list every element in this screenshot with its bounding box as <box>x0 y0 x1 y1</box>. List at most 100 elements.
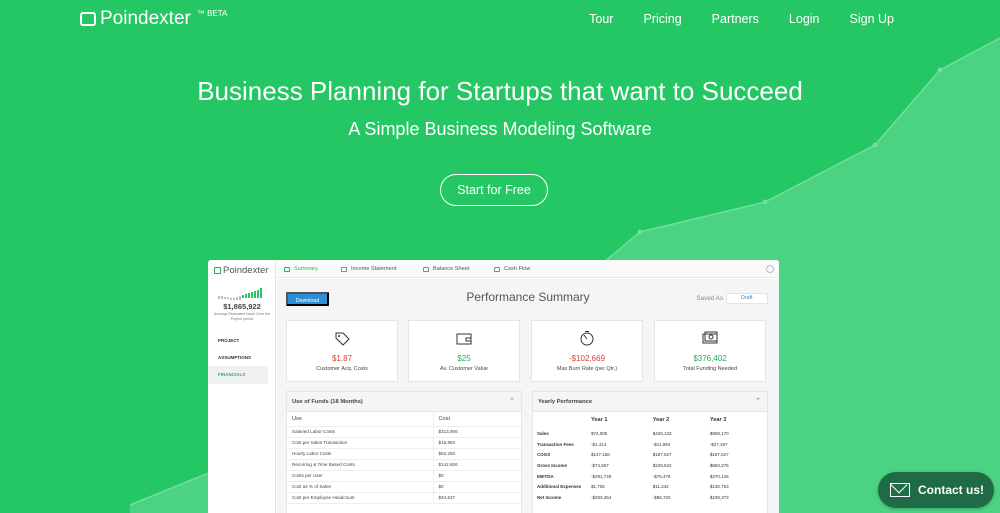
table-cell: Salaried Labor Costs <box>287 426 433 438</box>
tab-cash-flow[interactable]: Cash Flow <box>494 260 530 278</box>
table-row: EBITDA -$291,749 -$75,478 $370,126 <box>533 471 767 482</box>
use-of-funds-panel: Use of Funds (18 Months) ⌃ Use Cost Sala… <box>286 391 522 513</box>
poindexter-glasses-icon <box>80 12 96 26</box>
table-row: COGS $147,158 $187,627 $187,627 <box>533 449 767 460</box>
table-cell: Transaction Fees <box>537 441 574 447</box>
table-cell: $15,883 <box>432 437 521 449</box>
table-cell: Sales <box>537 430 549 436</box>
draft-select[interactable]: Draft <box>726 293 768 304</box>
app-tab-bar: Summary Income Statement Balance Sheet C… <box>276 260 779 278</box>
contact-us-button[interactable]: Contact us! <box>878 472 994 508</box>
yearly-performance-table: Year 1 Year 2 Year 3 Sales $74,005 $429,13… <box>533 412 767 503</box>
metric-label: Customer Acq. Costs <box>316 366 368 372</box>
table-cell: $62,250 <box>432 448 521 460</box>
gear-icon[interactable] <box>766 265 774 273</box>
table-cell: $34,637 <box>432 492 521 504</box>
sidebar-item-assumptions[interactable]: ASSUMPTIONS <box>208 349 268 367</box>
metric-value: -$102,669 <box>568 354 606 363</box>
start-for-free-button[interactable]: Start for Free <box>440 174 548 206</box>
metric-label: Total Funding Needed <box>683 366 737 372</box>
table-cell: Recurring & Time Based Costs <box>287 459 433 471</box>
table-cell: $370,126 <box>709 473 729 479</box>
table-cell: Gross Income <box>537 462 568 468</box>
tab-balance-sheet-label: Balance Sheet <box>433 266 470 272</box>
nav-sign-up[interactable]: Sign Up <box>850 12 894 26</box>
table-cell: $130,753 <box>709 484 729 490</box>
sidebar-item-financials[interactable]: FINANCIALS <box>208 366 268 384</box>
table-cell: $908,170 <box>709 430 729 436</box>
table-row: Hourly Labor Costs $62,250 <box>287 448 521 460</box>
table-cell: Additional Expenses <box>537 484 582 490</box>
table-row: Cost per Employee Headcount $34,637 <box>287 492 521 504</box>
table-cell: $142,606 <box>432 459 521 471</box>
clock-icon <box>423 266 429 272</box>
table-cell: EBITDA <box>537 473 554 479</box>
table-cell: -$75,478 <box>652 473 671 479</box>
table-row: Additional Expenses $1,706 $11,242 $130,753 <box>533 481 767 492</box>
nav-partners[interactable]: Partners <box>712 12 759 26</box>
column-header: Year 3 <box>709 417 727 423</box>
hero-subtitle: A Simple Business Modeling Software <box>348 119 652 139</box>
yearly-performance-panel: Yearly Performance ⌃ Year 1 Year 2 Year … <box>532 391 768 513</box>
yearly-performance-title: Yearly Performance <box>538 399 593 405</box>
tab-income-statement-label: Income Statement <box>351 266 397 272</box>
table-row: Costs per User $0 <box>287 470 521 482</box>
envelope-icon <box>890 483 910 497</box>
table-cell: $11,242 <box>652 484 669 490</box>
wallet-icon <box>456 333 472 345</box>
table-cell: $1,706 <box>591 484 605 490</box>
estimated-value-caption: Average Estimated Value Over the Project… <box>213 312 271 321</box>
table-cell: $74,005 <box>591 430 608 436</box>
metric-value: $25 <box>457 354 471 363</box>
metric-card-funding: $376,402 Total Funding Needed <box>654 320 766 382</box>
nav-login[interactable]: Login <box>789 12 820 26</box>
table-cell: Hourly Labor Costs <box>287 448 433 460</box>
table-cell: -$27,267 <box>709 441 728 447</box>
use-of-funds-header[interactable]: Use of Funds (18 Months) ⌃ <box>287 392 521 412</box>
tab-income-statement[interactable]: Income Statement <box>341 260 396 278</box>
metric-value: $1.87 <box>331 354 353 363</box>
chevron-up-icon[interactable]: ⌃ <box>755 392 761 412</box>
table-cell: $429,133 <box>652 430 672 436</box>
table-cell: $693,276 <box>709 462 729 468</box>
table-cell: -$74,567 <box>591 462 609 468</box>
table-cell: -$293,454 <box>591 494 612 500</box>
nav-tour[interactable]: Tour <box>589 12 613 26</box>
contact-us-label: Contact us! <box>918 483 984 497</box>
table-cell: Cost per Sales Transaction <box>287 437 433 449</box>
use-of-funds-table: Use Cost Salaried Labor Costs $313,906 Co… <box>287 412 521 504</box>
tab-balance-sheet[interactable]: Balance Sheet <box>423 260 469 278</box>
app-logo: Poindexter <box>214 265 268 276</box>
download-button[interactable]: Download <box>286 292 329 306</box>
use-of-funds-title: Use of Funds (18 Months) <box>292 399 363 405</box>
table-cell: $187,627 <box>709 452 729 458</box>
column-header: Year 2 <box>652 417 670 423</box>
tab-summary-label: Summary <box>294 266 318 272</box>
value-sparkline <box>218 288 262 300</box>
table-cell: Cost per Employee Headcount <box>287 492 433 504</box>
metric-card-customer-value: $25 Av. Customer Value <box>408 320 520 382</box>
metric-label: Max Burn Rate (per Qtr.) <box>556 366 618 372</box>
sidebar-item-project[interactable]: PROJECT <box>208 332 268 350</box>
column-header: Cost <box>432 412 521 427</box>
brand-logo[interactable]: Poindexter ™ BETA <box>80 8 227 30</box>
table-cell: Cost as % of Sales <box>287 481 433 493</box>
table-cell: $239,373 <box>709 494 729 500</box>
tab-summary[interactable]: Summary <box>284 260 318 278</box>
metric-label: Av. Customer Value <box>440 366 488 372</box>
table-cell: $147,158 <box>591 452 610 458</box>
app-preview-window: Poindexter $1,865,922 Average Estimated … <box>208 260 779 513</box>
tab-cash-flow-label: Cash Flow <box>504 266 531 272</box>
table-cell: Net Income <box>537 494 562 500</box>
table-cell: -$1,414 <box>591 441 607 447</box>
table-cell: -$291,749 <box>591 473 612 479</box>
metric-card-burn-rate: -$102,669 Max Burn Rate (per Qtr.) <box>531 320 643 382</box>
nav-pricing[interactable]: Pricing <box>643 12 681 26</box>
app-main-panel: Performance Summary Download Saved As Dr… <box>277 279 779 513</box>
table-row: Net Income -$293,454 -$86,720 $239,373 <box>533 492 767 503</box>
tag-icon <box>335 332 350 346</box>
brand-name: Poindexter <box>100 8 191 29</box>
yearly-performance-header[interactable]: Yearly Performance ⌃ <box>533 392 767 412</box>
chevron-up-icon[interactable]: ⌃ <box>509 392 515 412</box>
table-row: Sales $74,005 $429,133 $908,170 <box>533 428 767 439</box>
